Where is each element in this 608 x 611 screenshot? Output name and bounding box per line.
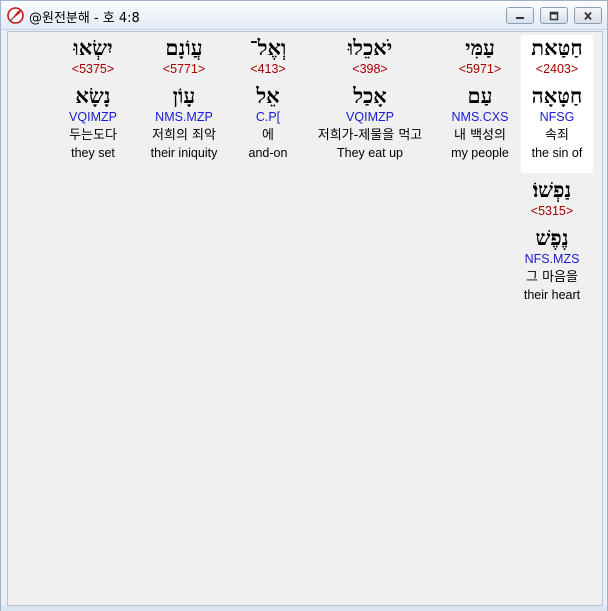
strong-number[interactable]: <2403> [521, 61, 593, 77]
korean-gloss: 두는도다 [69, 128, 117, 143]
strong-number[interactable]: <398> [301, 61, 439, 77]
lemma-word: עָוֹן [172, 83, 196, 108]
app-window: @원전분해 - 호 4:8 חַטַּאת <2403> חַטָּאָה NF… [0, 0, 608, 611]
maximize-button[interactable] [540, 7, 568, 24]
strong-number[interactable]: <413> [233, 61, 303, 77]
close-button[interactable] [574, 7, 602, 24]
title-bar[interactable]: @원전분해 - 호 4:8 [1, 1, 607, 30]
parsing-code: VQIMZP [346, 110, 394, 124]
parsing-code: VQIMZP [69, 110, 117, 124]
lemma-word: נָשָׂא [75, 83, 111, 108]
strong-number[interactable]: <5375> [57, 61, 129, 77]
close-icon [582, 6, 594, 25]
word-block[interactable]: עַמִּי <5971> עַם NMS.CXS 내 백성의 my peopl… [444, 35, 516, 162]
minimize-icon [514, 6, 526, 25]
korean-gloss: 속죄 [545, 128, 569, 143]
lemma-word: אָכַל [353, 83, 387, 108]
interlinear-panel[interactable]: חַטַּאת <2403> חַטָּאָה NFSG 속죄 the sin … [7, 31, 603, 606]
window-title: @원전분해 - 호 4:8 [29, 11, 140, 26]
parsing-code: NMS.CXS [451, 110, 509, 124]
lemma-word: נֶפֶשׁ [535, 225, 569, 250]
hebrew-word: נַפְשׁוֹ׃ [532, 177, 572, 202]
english-gloss: my people [451, 146, 509, 160]
parsing-code: NMS.MZP [155, 110, 213, 124]
hebrew-word: יֹאכֵלוּ [347, 35, 393, 60]
english-gloss: They eat up [336, 146, 403, 160]
word-block[interactable]: חַטַּאת <2403> חַטָּאָה NFSG 속죄 the sin … [521, 35, 593, 173]
english-gloss: their heart [523, 288, 581, 302]
maximize-icon [548, 6, 560, 25]
english-gloss: the sin of [531, 146, 583, 160]
strong-number[interactable]: <5771> [137, 61, 231, 77]
word-block[interactable]: וְאֶל־ <413> אֵל C.P[ 에 and-on [233, 35, 303, 162]
parsing-code: NFSG [539, 110, 575, 124]
korean-gloss: 내 백성의 [454, 128, 506, 143]
hebrew-word: עַמִּי [465, 35, 495, 60]
word-block[interactable]: יֹאכֵלוּ <398> אָכַל VQIMZP 저희가-제물을 먹고 T… [301, 35, 439, 162]
window-frame-bottom [1, 606, 607, 611]
word-block[interactable]: יִשְׂאוּ <5375> נָשָׂא VQIMZP 두는도다 they … [57, 35, 129, 162]
hebrew-word: חַטַּאת [531, 35, 583, 60]
korean-gloss: 에 [262, 128, 274, 143]
lemma-word: חַטָּאָה [531, 83, 583, 108]
hebrew-word: יִשְׂאוּ [73, 35, 113, 60]
minimize-button[interactable] [506, 7, 534, 24]
hebrew-word: וְאֶל־ [249, 35, 287, 60]
compass-icon[interactable] [6, 6, 25, 25]
korean-gloss: 저희가-제물을 먹고 [317, 128, 423, 143]
strong-number[interactable]: <5971> [444, 61, 516, 77]
english-gloss: they set [71, 146, 115, 160]
english-gloss: their iniquity [150, 146, 218, 160]
word-block[interactable]: נַפְשׁוֹ׃ <5315> נֶפֶשׁ NFS.MZS 그 마음을 th… [514, 177, 590, 304]
strong-number[interactable]: <5315> [514, 203, 590, 219]
word-block[interactable]: עֲוֹנָם <5771> עָוֹן NMS.MZP 저희의 죄악 thei… [137, 35, 231, 162]
hebrew-word: עֲוֹנָם [165, 35, 203, 60]
korean-gloss: 그 마음을 [526, 270, 578, 285]
korean-gloss: 저희의 죄악 [152, 128, 216, 143]
lemma-word: עַם [467, 83, 493, 108]
parsing-code: C.P[ [255, 110, 281, 124]
english-gloss: and-on [248, 146, 288, 160]
parsing-code: NFS.MZS [524, 252, 580, 266]
lemma-word: אֵל [256, 83, 280, 108]
